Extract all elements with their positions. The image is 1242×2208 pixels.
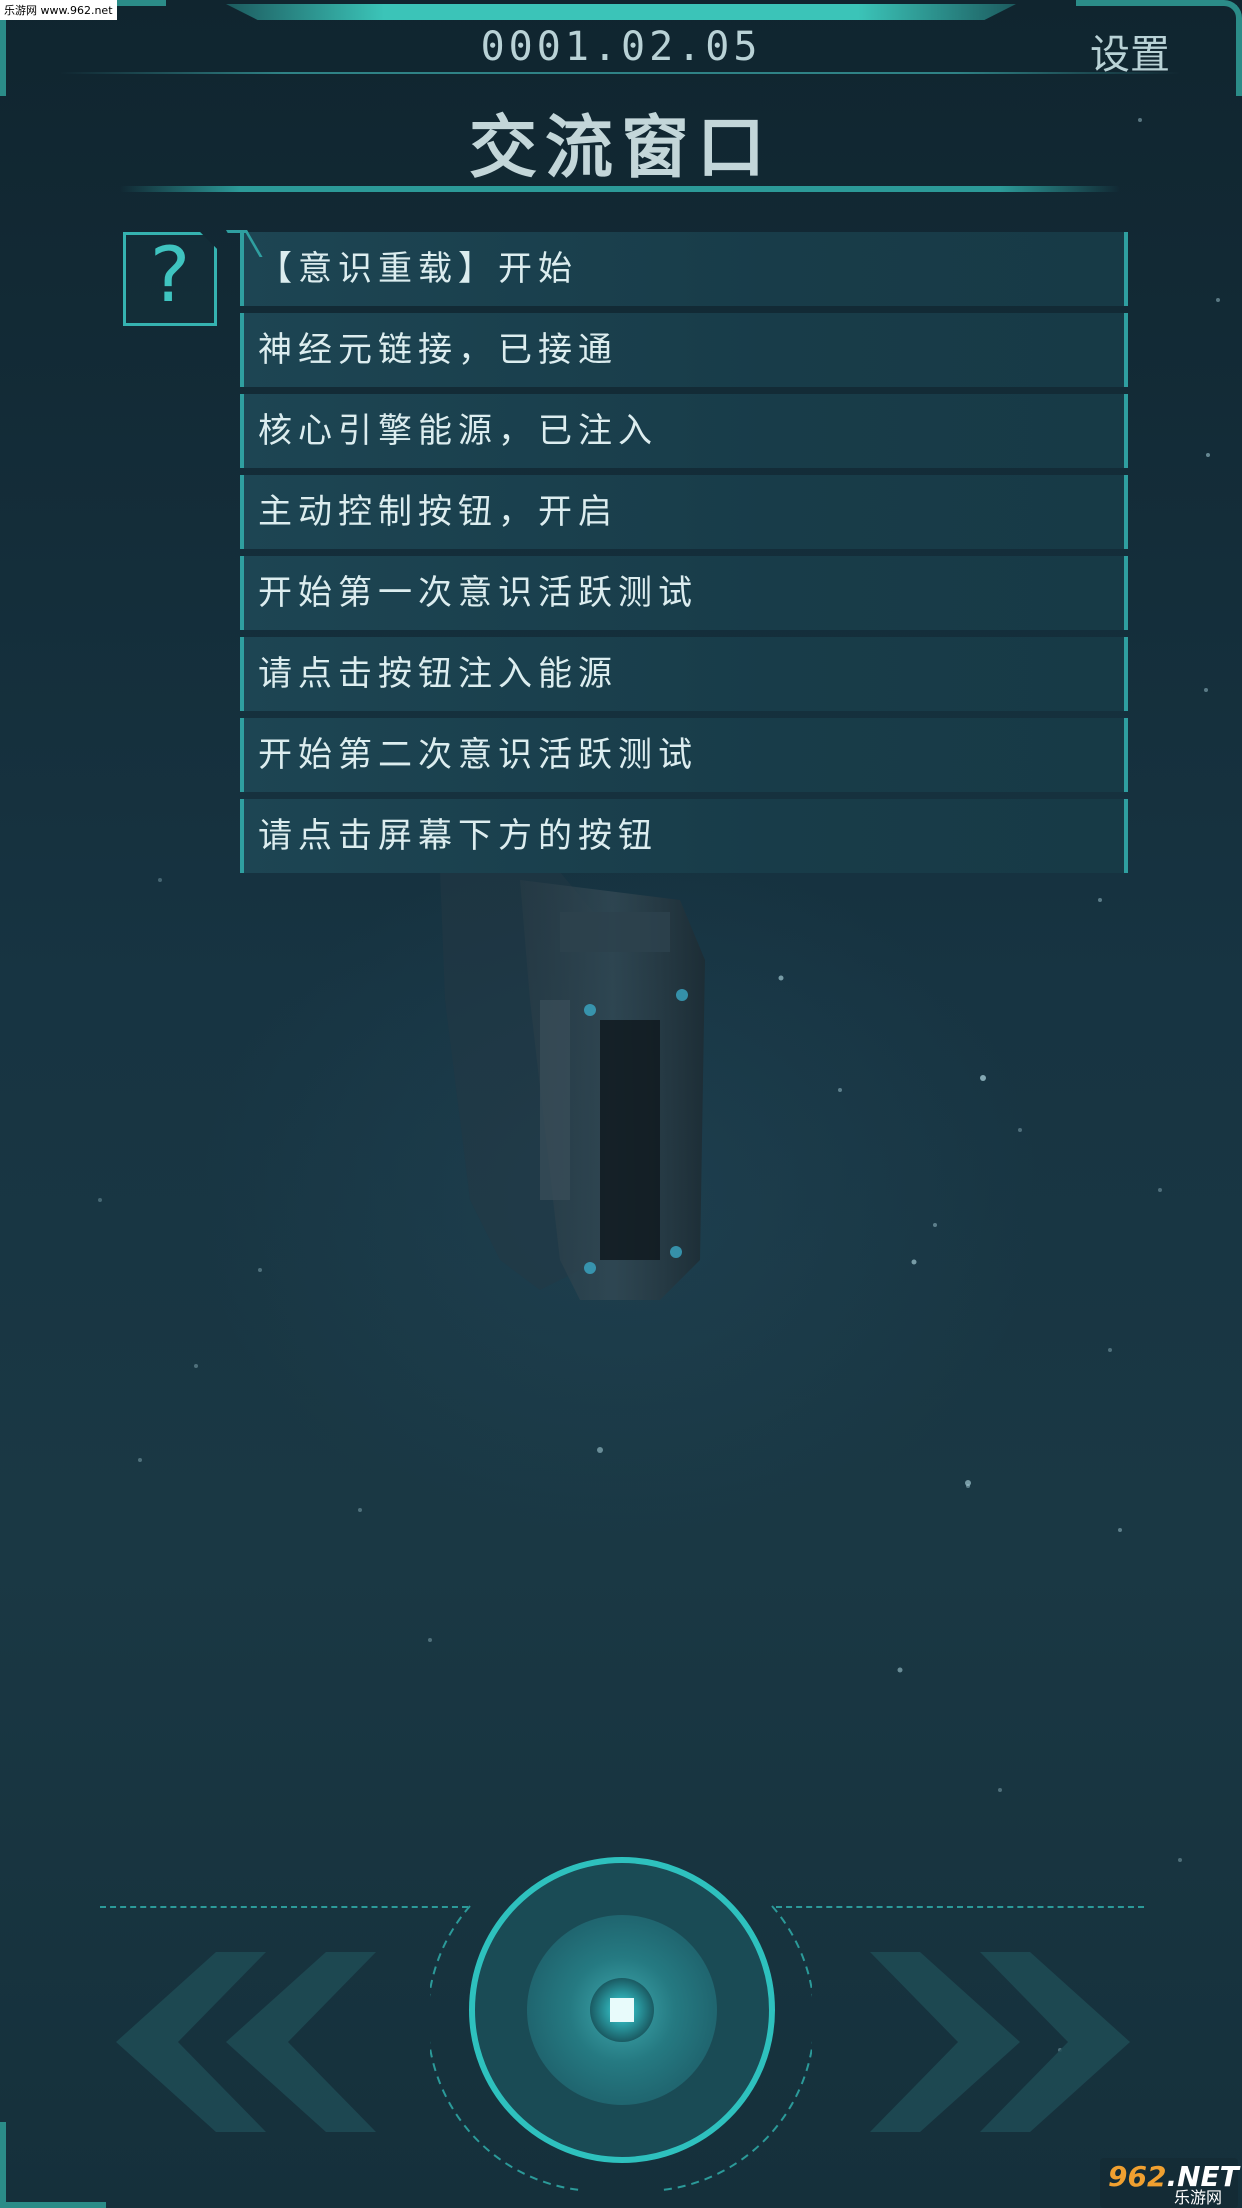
message-text: 神经元链接，已接通	[258, 330, 618, 370]
game-date: 0001.02.05	[480, 24, 762, 70]
page-title: 交流窗口	[468, 109, 773, 188]
button-outer-dashed-ring	[430, 1905, 812, 2191]
message-item: 核心引擎能源，已注入	[240, 394, 1128, 468]
message-text: 请点击按钮注入能源	[258, 654, 618, 694]
title-underline	[120, 186, 1120, 192]
message-text: 开始第一次意识活跃测试	[258, 573, 698, 613]
message-text: 核心引擎能源，已注入	[258, 411, 658, 451]
question-mark-icon[interactable]: ?	[123, 228, 217, 322]
frame-top-bar	[226, 4, 1016, 20]
message-text: 【意识重载】开始	[258, 249, 578, 289]
message-text: 开始第二次意识活跃测试	[258, 735, 698, 775]
message-item: 主动控制按钮，开启	[240, 475, 1128, 549]
double-chevron-right-icon[interactable]	[870, 1952, 1130, 2132]
message-item: 神经元链接，已接通	[240, 313, 1128, 387]
watermark-subtitle: 乐游网	[1174, 2188, 1223, 2207]
divider	[60, 72, 1180, 74]
message-item: 请点击按钮注入能源	[240, 637, 1128, 711]
message-log: 【意识重载】开始 神经元链接，已接通 核心引擎能源，已注入 主动控制按钮，开启 …	[240, 232, 1128, 880]
watermark-text: 乐游网 www.962.net	[0, 0, 117, 20]
watermark-logo: 962.NET 乐游网	[1100, 2158, 1239, 2208]
message-text: 主动控制按钮，开启	[258, 492, 618, 532]
message-item: 开始第二次意识活跃测试	[240, 718, 1128, 792]
message-item: 开始第一次意识活跃测试	[240, 556, 1128, 630]
message-item: 【意识重载】开始	[240, 232, 1128, 306]
message-text: 请点击屏幕下方的按钮	[258, 816, 658, 856]
double-chevron-left-icon[interactable]	[116, 1952, 376, 2132]
control-bar	[0, 1840, 1242, 2208]
message-item: 请点击屏幕下方的按钮	[240, 799, 1128, 873]
